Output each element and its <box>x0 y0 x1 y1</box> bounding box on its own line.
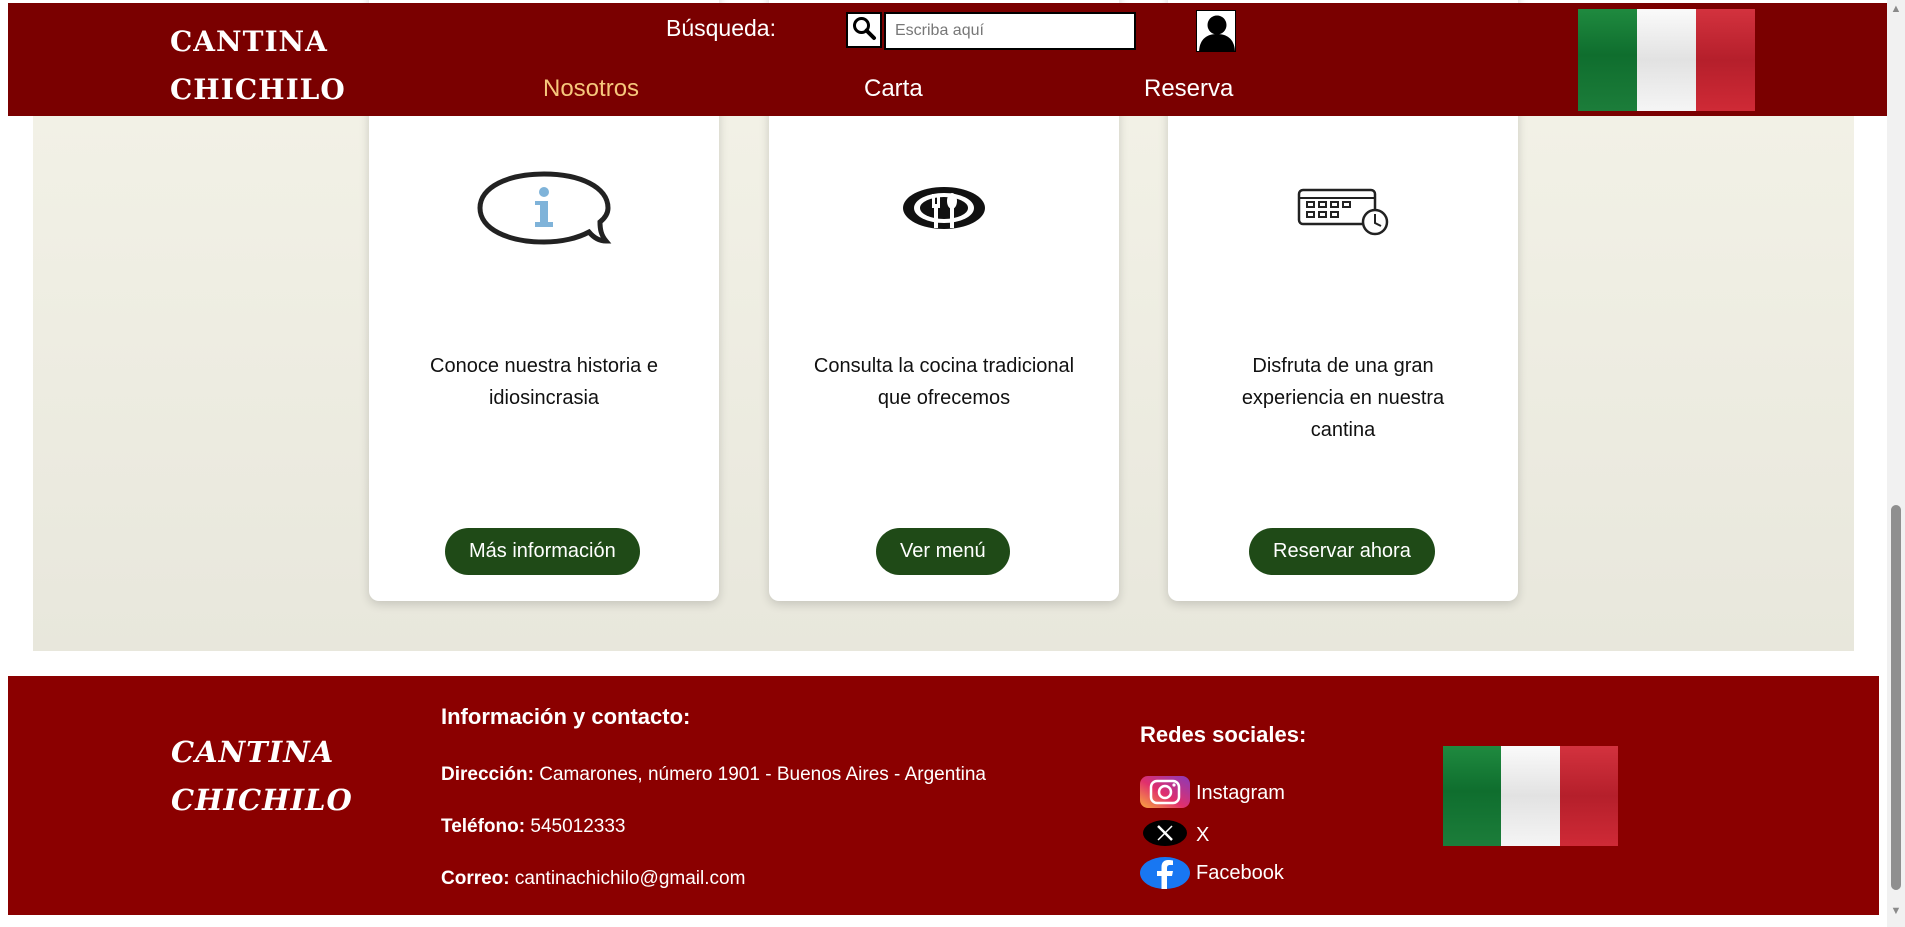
card-reservation-text: Disfruta de una gran experiencia en nues… <box>1241 355 1445 441</box>
plate-cutlery-icon <box>769 168 1119 248</box>
calendar-clock-icon <box>1168 168 1518 248</box>
brand-logo[interactable]: CANTINA CHICHILO <box>170 18 350 114</box>
facebook-icon <box>1140 856 1190 890</box>
social-label-instagram: Instagram <box>1196 781 1285 804</box>
scrollbar-thumb[interactable] <box>1891 505 1901 890</box>
info-speech-bubble-icon <box>369 168 719 248</box>
card-about-text: Conoce nuestra historia e idiosincrasia <box>430 355 658 409</box>
social-label-x: X <box>1196 823 1210 846</box>
view-menu-button[interactable]: Ver menú <box>876 528 1010 575</box>
italian-flag-image <box>1578 9 1755 111</box>
site-footer: CANTINA CHICHILO Información y contacto:… <box>8 676 1879 915</box>
social-link-facebook[interactable]: Facebook <box>1140 856 1284 890</box>
address-value: Camarones, número 1901 - Buenos Aires - … <box>539 764 986 785</box>
search-label: Búsqueda: <box>666 15 776 41</box>
email-label: Correo: <box>441 868 510 889</box>
search-button[interactable] <box>846 12 882 48</box>
email-value: cantinachichilo@gmail.com <box>514 868 746 889</box>
social-label-facebook: Facebook <box>1196 861 1284 884</box>
contact-heading: Información y contacto: <box>441 704 691 729</box>
social-link-instagram[interactable]: Instagram <box>1140 776 1285 810</box>
instagram-icon <box>1140 776 1190 810</box>
search-input[interactable] <box>884 12 1136 50</box>
phone-value: 545012333 <box>530 816 626 837</box>
footer-brand-line-2: CHICHILO <box>171 783 353 817</box>
social-heading: Redes sociales: <box>1140 722 1307 747</box>
footer-brand-line-1: CANTINA <box>171 735 335 769</box>
nav-reserva[interactable]: Reserva <box>1144 75 1233 103</box>
x-icon <box>1140 818 1190 852</box>
phone-label: Teléfono: <box>441 816 526 837</box>
address-label: Dirección: <box>441 764 534 785</box>
reserve-now-button[interactable]: Reservar ahora <box>1249 528 1435 575</box>
footer-italian-flag-image <box>1443 746 1618 846</box>
social-link-x[interactable]: X <box>1140 818 1209 852</box>
email-line: Correo: cantinachichilo@gmail.com <box>441 868 745 890</box>
user-account-icon[interactable] <box>1196 10 1236 52</box>
brand-line-1: CANTINA <box>170 25 328 58</box>
search-icon <box>851 15 877 46</box>
site-header: CANTINA CHICHILO Búsqueda: Nosotros Cart… <box>8 3 1887 116</box>
brand-line-2: CHICHILO <box>170 73 346 106</box>
page: CANTINA CHICHILO Búsqueda: Nosotros Cart… <box>0 0 1887 927</box>
footer-brand-logo: CANTINA CHICHILO <box>171 728 371 824</box>
nav-nosotros[interactable]: Nosotros <box>543 75 639 103</box>
page-scrollbar[interactable]: ▲ ▼ <box>1887 0 1905 927</box>
address-line: Dirección: Camarones, número 1901 - Buen… <box>441 764 986 786</box>
more-info-button[interactable]: Más información <box>445 528 640 575</box>
card-menu-text: Consulta la cocina tradicional que ofrec… <box>813 355 1075 409</box>
scroll-down-arrow-icon[interactable]: ▼ <box>1890 905 1902 917</box>
phone-line: Teléfono: 545012333 <box>441 816 625 838</box>
nav-carta[interactable]: Carta <box>864 75 923 103</box>
scroll-up-arrow-icon[interactable]: ▲ <box>1890 3 1902 15</box>
